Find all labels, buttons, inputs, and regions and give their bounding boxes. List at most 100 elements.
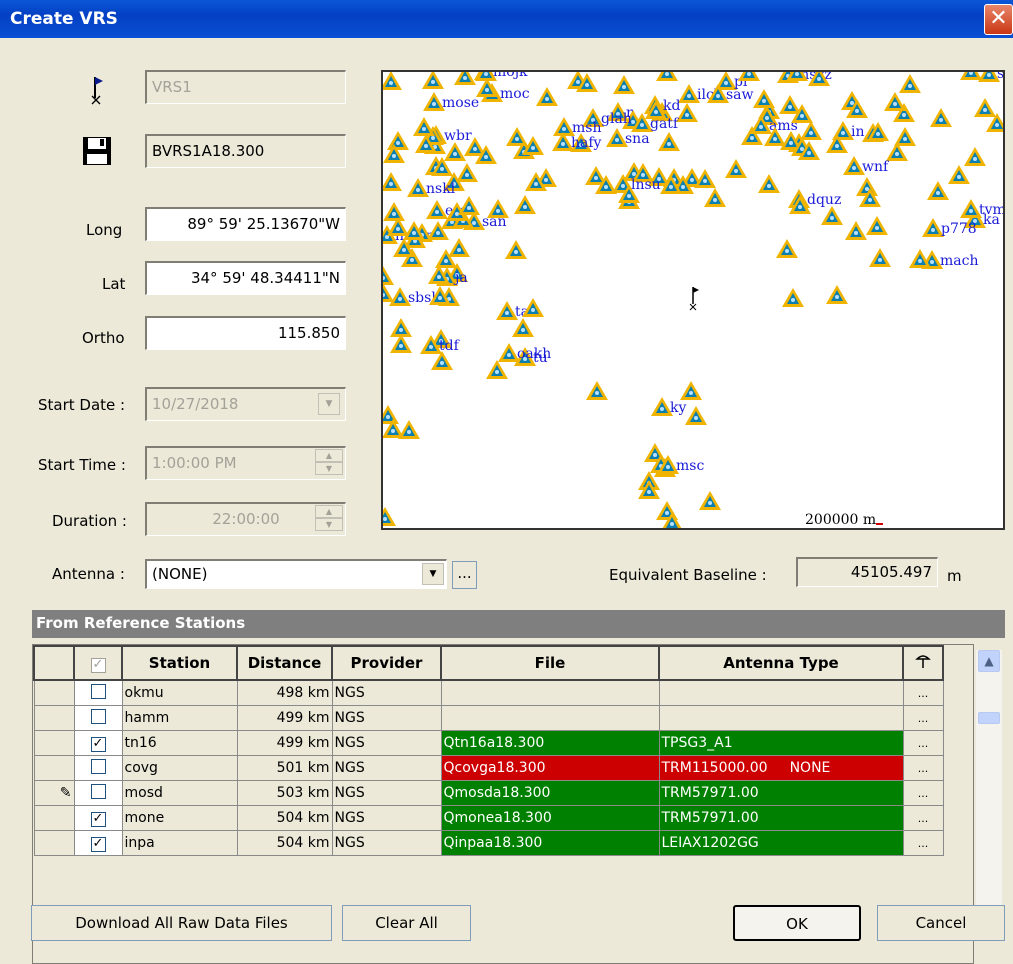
station-cell[interactable]: covg <box>121 755 238 781</box>
map-station-marker[interactable] <box>514 195 536 214</box>
map-station-marker[interactable] <box>383 202 405 221</box>
row-indicator[interactable] <box>33 730 75 756</box>
map-station-marker[interactable] <box>413 117 435 136</box>
antenna-type-cell[interactable]: TRM115000.00 NONE <box>658 755 904 781</box>
map-station-marker[interactable] <box>613 75 635 94</box>
map-station-marker[interactable] <box>505 240 527 259</box>
scroll-thumb[interactable] <box>978 712 1000 724</box>
file-cell[interactable]: Qmosda18.300 <box>440 780 660 806</box>
map-station-marker[interactable] <box>448 238 470 257</box>
map-station-marker[interactable] <box>506 127 528 146</box>
row-antenna-more-button[interactable]: ... <box>902 755 944 781</box>
map-station-marker[interactable] <box>866 216 888 235</box>
table-row[interactable]: ✎ mosd 503 km NGS Qmosda18.300 TRM57971.00... <box>33 780 944 806</box>
map-station-marker[interactable] <box>658 132 680 151</box>
map-station-marker[interactable] <box>444 142 466 161</box>
row-indicator[interactable] <box>33 755 75 781</box>
map-station-marker[interactable] <box>383 507 396 526</box>
row-indicator[interactable] <box>33 805 75 831</box>
table-row[interactable]: okmu 498 km NGS... <box>33 679 944 706</box>
station-cell[interactable]: mone <box>121 805 238 831</box>
antenna-type-cell[interactable] <box>658 705 904 731</box>
row-checkbox[interactable]: ✓ <box>73 730 123 756</box>
station-select-checkbox[interactable] <box>90 758 106 774</box>
longitude-input[interactable]: 89° 59' 25.13670"W <box>145 207 346 241</box>
row-checkbox[interactable] <box>73 755 123 781</box>
row-checkbox[interactable]: ✓ <box>73 830 123 856</box>
map-station-marker[interactable] <box>398 420 420 439</box>
col-distance[interactable]: Distance <box>236 645 333 681</box>
table-row[interactable]: ✓ mone 504 km NGS Qmonea18.300 TRM57971.00... <box>33 805 944 831</box>
station-select-checkbox[interactable]: ✓ <box>90 811 106 827</box>
table-row[interactable]: hamm 499 km NGS... <box>33 705 944 731</box>
map-station-marker[interactable] <box>856 177 878 196</box>
map-station-marker[interactable] <box>512 318 534 337</box>
map-station-marker[interactable] <box>456 163 478 182</box>
map-station-marker[interactable] <box>383 405 399 424</box>
start-time-spinner[interactable]: ▲ ▼ <box>315 449 343 477</box>
row-checkbox[interactable] <box>73 780 123 806</box>
map-station-marker[interactable] <box>779 95 801 114</box>
map-station-marker[interactable] <box>960 72 982 80</box>
station-cell[interactable]: mosd <box>121 780 238 806</box>
map-station-marker[interactable] <box>704 188 726 207</box>
row-indicator[interactable] <box>33 705 75 731</box>
map-station-marker[interactable] <box>390 318 412 337</box>
station-cell[interactable]: tn16 <box>121 730 238 756</box>
clear-all-button[interactable]: Clear All <box>342 905 471 941</box>
row-indicator[interactable] <box>33 679 75 706</box>
map-station-marker[interactable] <box>422 72 444 89</box>
map-station-marker[interactable] <box>927 181 949 200</box>
col-antenna-type[interactable]: Antenna Type <box>658 645 904 681</box>
row-checkbox[interactable]: ✓ <box>73 805 123 831</box>
map-station-marker[interactable] <box>699 491 721 510</box>
file-cell[interactable] <box>440 705 660 731</box>
row-antenna-more-button[interactable]: ... <box>902 730 944 756</box>
station-cell[interactable]: okmu <box>121 679 238 706</box>
duration-spinner[interactable]: ▲ ▼ <box>315 505 343 533</box>
map-station-marker[interactable] <box>948 165 970 184</box>
col-file[interactable]: File <box>440 645 660 681</box>
row-indicator[interactable] <box>33 830 75 856</box>
antenna-type-cell[interactable]: TRM57971.00 <box>658 805 904 831</box>
station-cell[interactable]: inpa <box>121 830 238 856</box>
ok-button[interactable]: OK <box>733 905 861 941</box>
antenna-type-cell[interactable]: TRM57971.00 <box>658 780 904 806</box>
station-select-checkbox[interactable] <box>90 783 106 799</box>
row-indicator[interactable]: ✎ <box>33 780 75 806</box>
row-antenna-more-button[interactable]: ... <box>902 805 944 831</box>
map-station-marker[interactable] <box>821 206 843 225</box>
map-station-marker[interactable] <box>387 131 409 150</box>
row-antenna-more-button[interactable]: ... <box>902 830 944 856</box>
station-select-checkbox[interactable] <box>90 708 106 724</box>
scroll-up-icon[interactable]: ▲ <box>978 650 1000 672</box>
download-all-button[interactable]: Download All Raw Data Files <box>31 905 332 941</box>
antenna-type-header-icon[interactable] <box>902 645 944 681</box>
map-station-marker[interactable] <box>826 285 848 304</box>
start-date-picker[interactable]: 10/27/2018 <box>145 387 346 421</box>
chevron-down-icon[interactable]: ▼ <box>318 393 340 415</box>
map-station-marker[interactable] <box>753 89 775 108</box>
map-station-marker[interactable] <box>899 74 921 93</box>
station-select-checkbox[interactable]: ✓ <box>90 836 106 852</box>
latitude-input[interactable]: 34° 59' 48.34411"N <box>145 261 346 295</box>
station-select-checkbox[interactable] <box>90 683 106 699</box>
row-checkbox[interactable] <box>73 705 123 731</box>
map-station-marker[interactable] <box>930 108 952 127</box>
map-station-marker[interactable] <box>776 239 798 258</box>
antenna-type-cell[interactable]: LEIAX1202GG <box>658 830 904 856</box>
map-station-marker[interactable] <box>974 98 996 117</box>
antenna-dropdown-arrow-icon[interactable]: ▼ <box>422 563 444 585</box>
file-cell[interactable] <box>440 679 660 706</box>
row-antenna-more-button[interactable]: ... <box>902 705 944 731</box>
vrs-name-field[interactable]: VRS1 <box>145 70 346 104</box>
row-antenna-more-button[interactable]: ... <box>902 780 944 806</box>
map-station-marker[interactable] <box>383 266 394 285</box>
file-cell[interactable]: Qcovga18.300 <box>440 755 660 781</box>
antenna-select[interactable]: (NONE) <box>145 559 447 589</box>
map-station-marker[interactable] <box>800 121 822 140</box>
close-button[interactable]: ✕ <box>984 4 1013 35</box>
grid-vertical-scrollbar[interactable]: ▲ ▼ <box>976 650 1002 940</box>
row-checkbox[interactable] <box>73 679 123 706</box>
map-station-marker[interactable] <box>725 159 747 178</box>
